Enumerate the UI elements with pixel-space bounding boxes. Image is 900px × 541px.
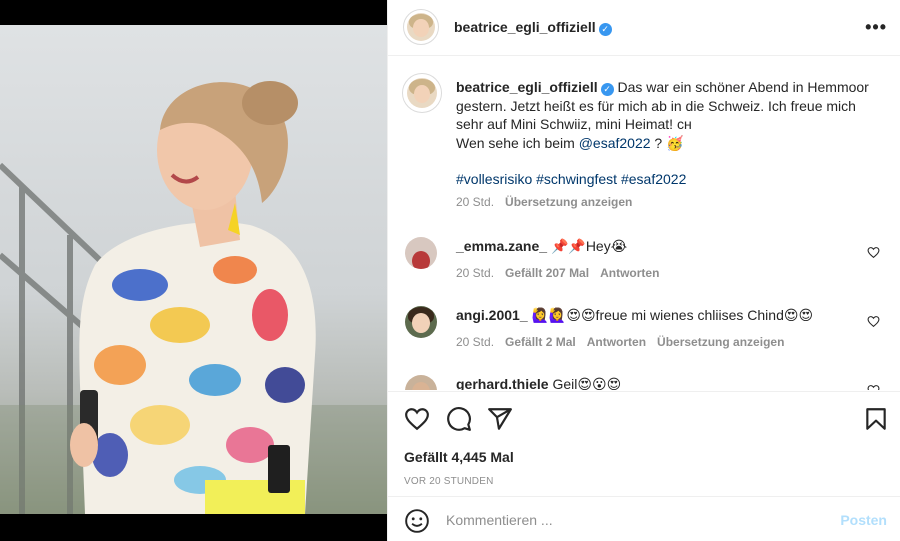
- comment-row: _emma.zane_ 📌📌Hey😭 20 Std. Gefällt 207 Ma…: [404, 234, 884, 294]
- comment-input[interactable]: Kommentieren ...: [446, 512, 553, 528]
- mention-link[interactable]: @esaf2022: [579, 135, 651, 151]
- commenter-username-link[interactable]: _emma.zane_: [456, 238, 547, 254]
- caption-line-2: Wen sehe ich beim: [456, 134, 579, 151]
- caption-author-link[interactable]: beatrice_egli_offiziell: [456, 79, 598, 95]
- comment-body: Geil😍😮😍: [552, 376, 622, 390]
- comment-body: 🙋‍♀️🙋‍♀️😍😍freue mi wienes chliises Chind…: [531, 307, 814, 323]
- author-username-link[interactable]: beatrice_egli_offiziell: [454, 19, 596, 35]
- post-timestamp[interactable]: VOR 20 STUNDEN: [404, 476, 494, 487]
- author-avatar-ring[interactable]: [403, 9, 439, 45]
- verified-badge-icon: ✓: [598, 23, 612, 36]
- post-photo[interactable]: [0, 25, 387, 514]
- instagram-post-modal: beatrice_egli_offiziell ✓ ••• beatrice_eg…: [0, 0, 900, 541]
- commenter-avatar[interactable]: [405, 237, 437, 269]
- caption-line-2-end: ? 🥳: [650, 134, 684, 151]
- comment-meta: 20 Std. Gefällt 207 Mal Antworten: [456, 266, 659, 280]
- comments-section[interactable]: beatrice_egli_offiziell ✓ Das war ein sch…: [388, 57, 900, 390]
- comment-bubble-icon[interactable]: [446, 406, 472, 432]
- share-paper-plane-icon[interactable]: [487, 406, 513, 432]
- post-photo-panel[interactable]: [0, 0, 387, 541]
- post-actions: Gefällt 4,445 Mal VOR 20 STUNDEN Komment…: [388, 391, 900, 541]
- comment-reply-button[interactable]: Antworten: [587, 335, 646, 349]
- more-options-icon[interactable]: •••: [865, 17, 887, 38]
- comment-like-heart-icon[interactable]: [867, 246, 880, 259]
- comment-row: angi.2001_ 🙋‍♀️🙋‍♀️😍😍freue mi wienes chl…: [404, 303, 884, 363]
- post-header: beatrice_egli_offiziell ✓ •••: [388, 0, 900, 56]
- post-sidebar: beatrice_egli_offiziell ✓ ••• beatrice_eg…: [387, 0, 900, 541]
- hashtags-link[interactable]: #vollesrisiko #schwingfest #esaf2022: [456, 170, 876, 189]
- caption-avatar[interactable]: [407, 78, 437, 108]
- caption-meta: 20 Std. Übersetzung anzeigen: [456, 195, 632, 209]
- post-comment-button[interactable]: Posten: [840, 512, 887, 528]
- comment-text: angi.2001_ 🙋‍♀️🙋‍♀️😍😍freue mi wienes chl…: [456, 306, 876, 325]
- save-bookmark-icon[interactable]: [863, 406, 889, 432]
- comment-time[interactable]: 20 Std.: [456, 266, 494, 280]
- header-author: beatrice_egli_offiziell ✓: [454, 19, 612, 36]
- comment-reply-button[interactable]: Antworten: [600, 266, 659, 280]
- comment-time[interactable]: 20 Std.: [456, 335, 494, 349]
- comment-like-heart-icon[interactable]: [867, 384, 880, 390]
- like-heart-icon[interactable]: [404, 406, 430, 432]
- comment-body: 📌📌Hey😭: [550, 238, 628, 254]
- comment-like-heart-icon[interactable]: [867, 315, 880, 328]
- commenter-avatar[interactable]: [405, 306, 437, 338]
- likes-count-button[interactable]: Gefällt 4,445 Mal: [404, 449, 514, 465]
- author-avatar[interactable]: [407, 13, 435, 41]
- photo-illustration: [0, 81, 387, 514]
- comment-composer: Kommentieren ... Posten: [388, 496, 900, 541]
- caption-translate-button[interactable]: Übersetzung anzeigen: [505, 195, 632, 209]
- comment-text: gerhard.thiele Geil😍😮😍: [456, 375, 876, 390]
- caption-text: beatrice_egli_offiziell ✓ Das war ein sch…: [456, 78, 876, 189]
- commenter-avatar[interactable]: [405, 375, 437, 390]
- caption-block: beatrice_egli_offiziell ✓ Das war ein sch…: [402, 73, 884, 223]
- caption-time[interactable]: 20 Std.: [456, 195, 494, 209]
- comment-row: gerhard.thiele Geil😍😮😍: [404, 372, 884, 390]
- comment-likes-button[interactable]: Gefällt 2 Mal: [505, 335, 576, 349]
- comment-likes-button[interactable]: Gefällt 207 Mal: [505, 266, 589, 280]
- emoji-smiley-icon[interactable]: [404, 508, 430, 534]
- commenter-username-link[interactable]: angi.2001_: [456, 307, 528, 323]
- comment-text: _emma.zane_ 📌📌Hey😭: [456, 237, 876, 256]
- comment-meta: 20 Std. Gefällt 2 Mal Antworten Übersetzung…: [456, 335, 784, 349]
- commenter-username-link[interactable]: gerhard.thiele: [456, 376, 549, 390]
- comment-translate-button[interactable]: Übersetzung anzeigen: [657, 335, 784, 349]
- caption-verified-icon: ✓: [600, 83, 614, 96]
- caption-avatar-ring[interactable]: [402, 73, 442, 113]
